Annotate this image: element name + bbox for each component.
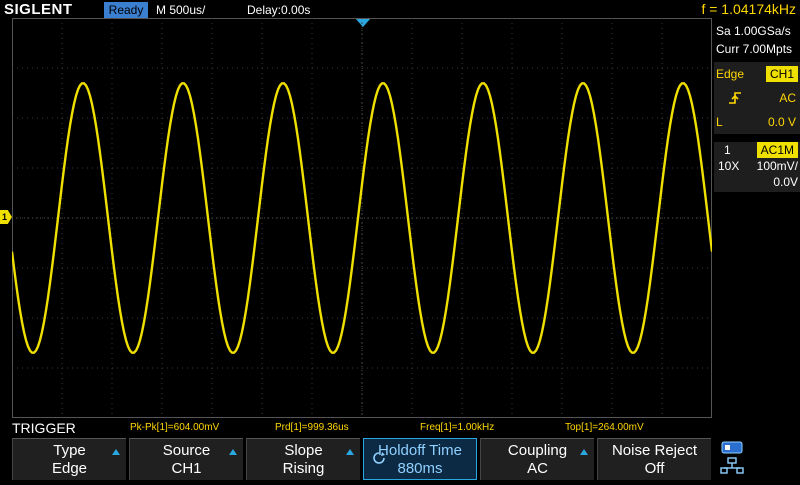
measurement-period: Prd[1]=999.36us [275, 422, 349, 433]
softkey-coupling-value: AC [527, 460, 548, 477]
trigger-level-value: 0.0 V [767, 115, 796, 129]
vertical-offset: 0.0V [773, 175, 798, 189]
softkey-coupling-label: Coupling [507, 442, 568, 459]
trigger-info-panel[interactable]: Edge CH1 AC L 0.0 V [714, 62, 800, 134]
ch1-offset-marker-icon[interactable]: 1 [0, 210, 12, 224]
brand-logo: SIGLENT [4, 1, 73, 18]
measurement-strip: Pk-Pk[1]=604.00mV Prd[1]=999.36us Freq[1… [0, 420, 800, 436]
network-icon[interactable] [720, 457, 744, 474]
softkey-coupling[interactable]: Coupling AC [480, 438, 594, 480]
sample-rate: Sa 1.00GSa/s [716, 24, 791, 38]
up-arrow-icon [229, 449, 237, 455]
softkey-source-label: Source [162, 442, 211, 459]
softkey-source-value: CH1 [171, 460, 202, 477]
delay-readout[interactable]: Delay:0.00s [247, 2, 310, 18]
top-status-bar: SIGLENT Ready M 500us/ Delay:0.00s f = 1… [0, 0, 800, 20]
acquisition-info: Sa 1.00GSa/s Curr 7.00Mpts [714, 22, 800, 60]
channel-coupling-badge: AC1M [756, 142, 798, 158]
trigger-source-badge: CH1 [765, 66, 798, 82]
up-arrow-icon [112, 449, 120, 455]
softkey-type-label: Type [53, 442, 86, 459]
acquisition-status-badge: Ready [104, 2, 148, 18]
softkey-slope-label: Slope [284, 442, 323, 459]
softkey-type[interactable]: Type Edge [12, 438, 126, 480]
timebase-readout[interactable]: M 500us/ [156, 2, 205, 18]
rising-edge-icon [729, 92, 741, 104]
channel-number: 1 [724, 143, 731, 157]
probe-attenuation: 10X [718, 159, 740, 173]
measurement-top: Top[1]=264.00mV [565, 422, 644, 433]
waveform-display[interactable] [12, 18, 712, 418]
memory-depth: Curr 7.00Mpts [716, 42, 793, 56]
softkey-slope[interactable]: Slope Rising [246, 438, 360, 480]
softkey-holdoff-time[interactable]: Holdoff Time 880ms [363, 438, 477, 480]
trigger-level-label: L [716, 115, 723, 129]
softkey-noise-reject-label: Noise Reject [611, 442, 698, 459]
usb-icon[interactable] [721, 441, 743, 454]
vertical-scale: 100mV/ [756, 159, 798, 173]
up-arrow-icon [346, 449, 354, 455]
softkey-slope-value: Rising [282, 460, 325, 477]
trigger-coupling: AC [779, 91, 796, 105]
measurement-pkpk: Pk-Pk[1]=604.00mV [130, 422, 220, 433]
softkey-bar: Type Edge Source CH1 Slope Rising Holdof… [0, 438, 800, 480]
up-arrow-icon [580, 449, 588, 455]
frequency-counter: f = 1.04174kHz [701, 1, 796, 17]
system-icons [714, 438, 800, 480]
trigger-type: Edge [716, 67, 745, 81]
softkey-noise-reject[interactable]: Noise Reject Off [597, 438, 711, 480]
measurement-frequency: Freq[1]=1.00kHz [420, 422, 495, 433]
softkey-type-value: Edge [51, 460, 88, 477]
softkey-noise-reject-value: Off [644, 460, 665, 477]
adjust-knob-icon [373, 452, 385, 464]
channel-info-panel[interactable]: 1 AC1M 10X 100mV/ 0.0V [714, 142, 800, 192]
softkey-source[interactable]: Source CH1 [129, 438, 243, 480]
